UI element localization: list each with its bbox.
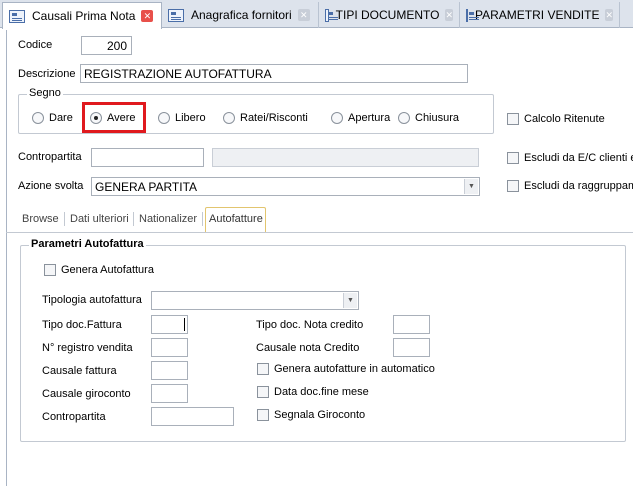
n-registro-vendita-label: N° registro vendita	[42, 342, 133, 354]
contropartita-label: Contropartita	[18, 151, 82, 163]
radio-label: Libero	[175, 112, 206, 124]
subtab-separator	[64, 212, 65, 226]
segnala-giroconto-checkbox[interactable]: Segnala Giroconto	[257, 409, 365, 421]
radio-label: Ratei/Risconti	[240, 112, 308, 124]
form-icon	[325, 8, 337, 22]
genera-autofatture-automatico-checkbox[interactable]: Genera autofatture in automatico	[257, 363, 435, 375]
form-icon	[9, 9, 25, 23]
radio-label: Apertura	[348, 112, 391, 124]
checkbox-box	[257, 363, 269, 375]
subtab-separator	[133, 212, 134, 226]
azione-svolta-combo[interactable]: GENERA PARTITA ▼	[91, 177, 480, 196]
codice-field[interactable]: 200	[81, 36, 132, 55]
chevron-down-icon[interactable]: ▼	[343, 293, 357, 308]
subtab-nationalizer[interactable]: Nationalizer	[136, 210, 200, 230]
tab-causali-prima-nota[interactable]: Causali Prima Nota ✕	[2, 2, 162, 29]
tab-label: TIPI DOCUMENTO	[335, 8, 440, 22]
checkbox-box	[507, 180, 519, 192]
radio-circle	[223, 112, 235, 124]
checkbox-box	[257, 409, 269, 421]
causale-fattura-label: Causale fattura	[42, 365, 117, 377]
radio-circle	[398, 112, 410, 124]
causale-nota-credito-label: Causale nota Credito	[256, 342, 360, 354]
close-icon[interactable]: ✕	[605, 9, 614, 21]
selection-highlight	[82, 102, 146, 133]
form-icon	[168, 8, 184, 22]
checkbox-label: Segnala Giroconto	[274, 409, 366, 421]
checkbox-label: Genera autofatture in automatico	[274, 363, 435, 375]
codice-label: Codice	[18, 39, 53, 51]
tipo-doc-fattura-field[interactable]	[151, 315, 188, 334]
close-icon[interactable]: ✕	[297, 9, 310, 21]
tipo-doc-nota-credito-field[interactable]	[393, 315, 430, 334]
tipologia-autofattura-label: Tipologia autofattura	[42, 294, 142, 306]
subtab-dati-ulteriori[interactable]: Dati ulteriori	[67, 210, 132, 230]
chevron-down-icon[interactable]: ▼	[464, 179, 478, 194]
azione-svolta-label: Azione svolta	[18, 180, 84, 192]
text-cursor	[184, 318, 185, 331]
combo-value: GENERA PARTITA	[95, 180, 198, 194]
checkbox-label: Calcolo Ritenute	[524, 113, 605, 125]
tipo-doc-nota-credito-label: Tipo doc. Nota credito	[256, 319, 364, 331]
radio-apertura[interactable]: Apertura	[331, 112, 390, 124]
tab-label: Anagrafica fornitori	[191, 8, 292, 22]
radio-dare[interactable]: Dare	[32, 112, 73, 124]
radio-libero[interactable]: Libero	[158, 112, 206, 124]
subtab-autofatture[interactable]: Autofatture	[205, 207, 266, 232]
radio-ratei-risconti[interactable]: Ratei/Risconti	[223, 112, 308, 124]
data-doc-fine-mese-checkbox[interactable]: Data doc.fine mese	[257, 386, 369, 398]
checkbox-label: Escludi da raggruppame	[524, 180, 633, 192]
tab-parametri-vendite[interactable]: PARAMETRI VENDITE ✕	[460, 2, 620, 28]
document-tab-bar: Causali Prima Nota ✕ Anagrafica fornitor…	[0, 0, 633, 29]
contropartita-autofattura-label: Contropartita	[42, 411, 106, 423]
radio-circle	[158, 112, 170, 124]
escludi-raggruppamento-checkbox[interactable]: Escludi da raggruppame	[507, 180, 633, 192]
checkbox-box	[44, 264, 56, 276]
checkbox-label: Data doc.fine mese	[274, 386, 369, 398]
tab-tipi-documento[interactable]: TIPI DOCUMENTO ✕	[319, 2, 460, 28]
segno-legend: Segno	[27, 87, 63, 99]
descrizione-field[interactable]: REGISTRAZIONE AUTOFATTURA	[80, 64, 468, 83]
subtab-separator	[202, 212, 203, 226]
descrizione-label: Descrizione	[18, 68, 76, 80]
tab-label: Causali Prima Nota	[32, 9, 136, 23]
calcolo-ritenute-checkbox[interactable]: Calcolo Ritenute	[507, 113, 605, 125]
checkbox-box	[507, 113, 519, 125]
contropartita-description-field	[212, 148, 479, 167]
close-icon[interactable]: ✕	[141, 10, 154, 22]
causale-fattura-field[interactable]	[151, 361, 188, 380]
checkbox-label: Genera Autofattura	[61, 264, 154, 276]
checkbox-label: Escludi da E/C clienti e	[524, 152, 633, 164]
contropartita-autofattura-field[interactable]	[151, 407, 234, 426]
parametri-autofattura-legend: Parametri Autofattura	[29, 238, 146, 250]
causale-giroconto-field[interactable]	[151, 384, 188, 403]
genera-autofattura-checkbox[interactable]: Genera Autofattura	[44, 264, 154, 276]
escludi-ec-checkbox[interactable]: Escludi da E/C clienti e	[507, 152, 633, 164]
radio-label: Chiusura	[415, 112, 460, 124]
tab-anagrafica-fornitori[interactable]: Anagrafica fornitori ✕	[162, 2, 319, 28]
form-icon	[466, 8, 479, 22]
tipo-doc-fattura-label: Tipo doc.Fattura	[42, 319, 122, 331]
close-icon[interactable]: ✕	[445, 9, 453, 21]
checkbox-box	[507, 152, 519, 164]
radio-chiusura[interactable]: Chiusura	[398, 112, 459, 124]
checkbox-box	[257, 386, 269, 398]
tipologia-autofattura-combo[interactable]: ▼	[151, 291, 359, 310]
radio-circle	[331, 112, 343, 124]
n-registro-vendita-field[interactable]	[151, 338, 188, 357]
radio-label: Dare	[49, 112, 73, 124]
causale-giroconto-label: Causale giroconto	[42, 388, 131, 400]
subtab-browse[interactable]: Browse	[19, 210, 62, 230]
causale-nota-credito-field[interactable]	[393, 338, 430, 357]
contropartita-field[interactable]	[91, 148, 204, 167]
tab-label: PARAMETRI VENDITE	[475, 8, 600, 22]
radio-circle	[32, 112, 44, 124]
